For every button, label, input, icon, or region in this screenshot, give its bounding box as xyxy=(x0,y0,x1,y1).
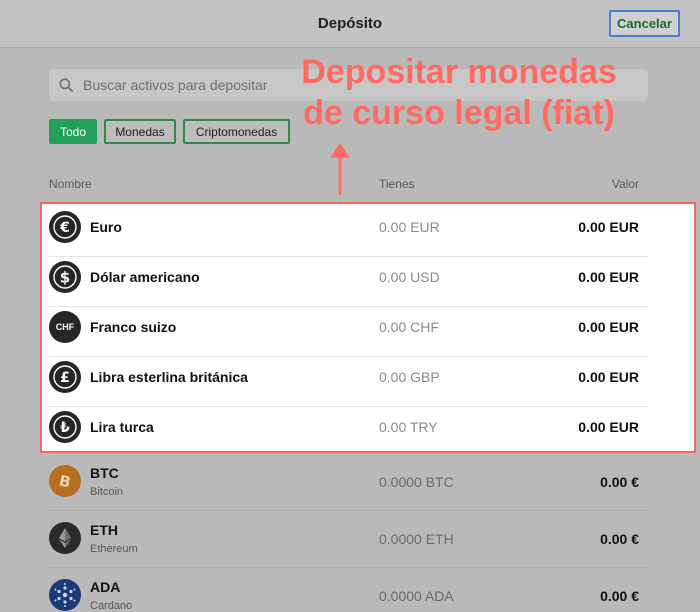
asset-value: 0.00 EUR xyxy=(578,269,639,285)
filter-monedas-button[interactable]: Monedas xyxy=(104,119,176,144)
svg-text:€: € xyxy=(59,220,70,236)
asset-name: Ethereum xyxy=(90,543,138,555)
svg-text:£: £ xyxy=(60,370,70,386)
row-divider xyxy=(49,510,648,511)
asset-symbol: BTC xyxy=(90,465,119,481)
asset-row-usd[interactable]: $ Dólar americano 0.00 USD 0.00 EUR xyxy=(0,256,700,306)
asset-holdings: 0.00 GBP xyxy=(379,369,440,385)
asset-row-ada[interactable]: ADA Cardano 0.0000 ADA 0.00 € xyxy=(0,569,700,612)
pound-icon: £ xyxy=(49,361,81,393)
column-holdings-header: Tienes xyxy=(379,177,415,191)
asset-value: 0.00 EUR xyxy=(578,319,639,335)
svg-text:B: B xyxy=(57,471,72,491)
asset-name: Euro xyxy=(90,219,122,235)
filter-criptomonedas-button[interactable]: Criptomonedas xyxy=(183,119,290,144)
asset-value: 0.00 € xyxy=(600,531,639,547)
search-icon xyxy=(59,78,73,92)
asset-holdings: 0.00 EUR xyxy=(379,219,440,235)
asset-holdings: 0.00 USD xyxy=(379,269,440,285)
euro-icon: € xyxy=(49,211,81,243)
asset-name: Bitcoin xyxy=(90,486,124,498)
asset-row-chf[interactable]: CHF Franco suizo 0.00 CHF 0.00 EUR xyxy=(0,306,700,356)
asset-row-eth[interactable]: ETH Ethereum 0.0000 ETH 0.00 € xyxy=(0,512,700,567)
asset-holdings: 0.00 CHF xyxy=(379,319,439,335)
asset-row-btc[interactable]: B BTC Bitcoin 0.0000 BTC 0.00 € xyxy=(0,455,700,510)
asset-name: Franco suizo xyxy=(90,319,177,335)
cardano-icon xyxy=(49,579,81,611)
asset-row-gbp[interactable]: £ Libra esterlina británica 0.00 GBP 0.0… xyxy=(0,356,700,406)
cancel-button[interactable]: Cancelar xyxy=(609,10,680,37)
asset-value: 0.00 € xyxy=(600,588,639,604)
ethereum-icon xyxy=(49,522,81,554)
asset-value: 0.00 € xyxy=(600,474,639,490)
asset-symbol: ETH xyxy=(90,522,118,538)
search-placeholder: Buscar activos para depositar xyxy=(83,77,268,93)
annotation-line-1: Depositar monedas xyxy=(301,53,617,91)
dollar-icon: $ xyxy=(49,261,81,293)
asset-value: 0.00 EUR xyxy=(578,219,639,235)
asset-row-try[interactable]: ₺ Lira turca 0.00 TRY 0.00 EUR xyxy=(0,406,700,452)
annotation-arrow-icon xyxy=(327,141,353,202)
annotation-line-2: de curso legal (fiat) xyxy=(303,94,615,132)
asset-holdings: 0.00 TRY xyxy=(379,419,438,435)
asset-name: Dólar americano xyxy=(90,269,200,285)
page-title: Depósito xyxy=(317,15,383,32)
asset-holdings: 0.0000 ETH xyxy=(379,531,454,547)
asset-holdings: 0.0000 BTC xyxy=(379,474,454,490)
asset-name: Lira turca xyxy=(90,419,154,435)
column-value-header: Valor xyxy=(611,177,639,191)
column-name-header: Nombre xyxy=(49,177,92,191)
asset-name: Cardano xyxy=(90,600,133,612)
modal-header: Depósito Cancelar xyxy=(0,0,700,48)
bitcoin-icon: B xyxy=(49,465,81,497)
filter-todo-button[interactable]: Todo xyxy=(49,119,97,144)
lira-icon: ₺ xyxy=(49,411,81,443)
asset-name: Libra esterlina británica xyxy=(90,369,248,385)
svg-text:₺: ₺ xyxy=(60,420,70,436)
row-divider xyxy=(49,567,648,568)
chf-icon: CHF xyxy=(49,311,81,343)
svg-text:$: $ xyxy=(60,269,70,287)
asset-value: 0.00 EUR xyxy=(578,419,639,435)
asset-holdings: 0.0000 ADA xyxy=(379,588,454,604)
asset-symbol: ADA xyxy=(90,579,121,595)
asset-value: 0.00 EUR xyxy=(578,369,639,385)
asset-row-euro[interactable]: € Euro 0.00 EUR 0.00 EUR xyxy=(0,206,700,256)
